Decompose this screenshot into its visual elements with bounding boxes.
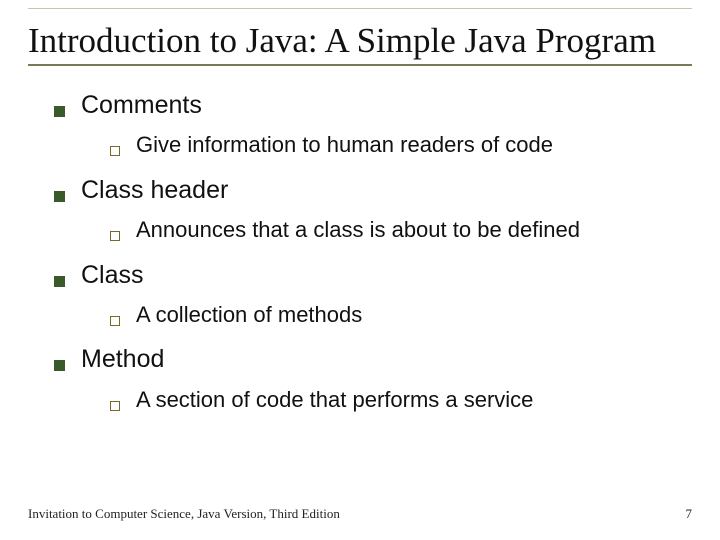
list-item: Comments Give information to human reade… [54, 90, 682, 159]
sub-list-item: A section of code that performs a servic… [110, 386, 682, 414]
slide-title: Introduction to Java: A Simple Java Prog… [28, 18, 692, 62]
square-bullet-icon [54, 360, 65, 371]
square-bullet-icon [54, 191, 65, 202]
list-item: Class A collection of methods [54, 260, 682, 329]
footer: Invitation to Computer Science, Java Ver… [28, 506, 692, 522]
item-label: Class header [81, 175, 228, 206]
content-area: Comments Give information to human reade… [28, 66, 692, 413]
sub-item-text: A collection of methods [136, 301, 362, 329]
open-square-bullet-icon [110, 146, 120, 156]
open-square-bullet-icon [110, 231, 120, 241]
item-label: Method [81, 344, 164, 375]
footer-source: Invitation to Computer Science, Java Ver… [28, 506, 340, 522]
square-bullet-icon [54, 276, 65, 287]
sub-item-text: Give information to human readers of cod… [136, 131, 553, 159]
list-item: Method A section of code that performs a… [54, 344, 682, 413]
sub-list-item: Give information to human readers of cod… [110, 131, 682, 159]
title-rule [28, 8, 692, 9]
sub-list-item: A collection of methods [110, 301, 682, 329]
page-number: 7 [686, 506, 693, 522]
item-label: Comments [81, 90, 202, 121]
sub-item-text: Announces that a class is about to be de… [136, 216, 580, 244]
list-item: Class header Announces that a class is a… [54, 175, 682, 244]
open-square-bullet-icon [110, 401, 120, 411]
open-square-bullet-icon [110, 316, 120, 326]
square-bullet-icon [54, 106, 65, 117]
sub-list-item: Announces that a class is about to be de… [110, 216, 682, 244]
title-block: Introduction to Java: A Simple Java Prog… [28, 18, 692, 66]
sub-item-text: A section of code that performs a servic… [136, 386, 533, 414]
item-label: Class [81, 260, 144, 291]
